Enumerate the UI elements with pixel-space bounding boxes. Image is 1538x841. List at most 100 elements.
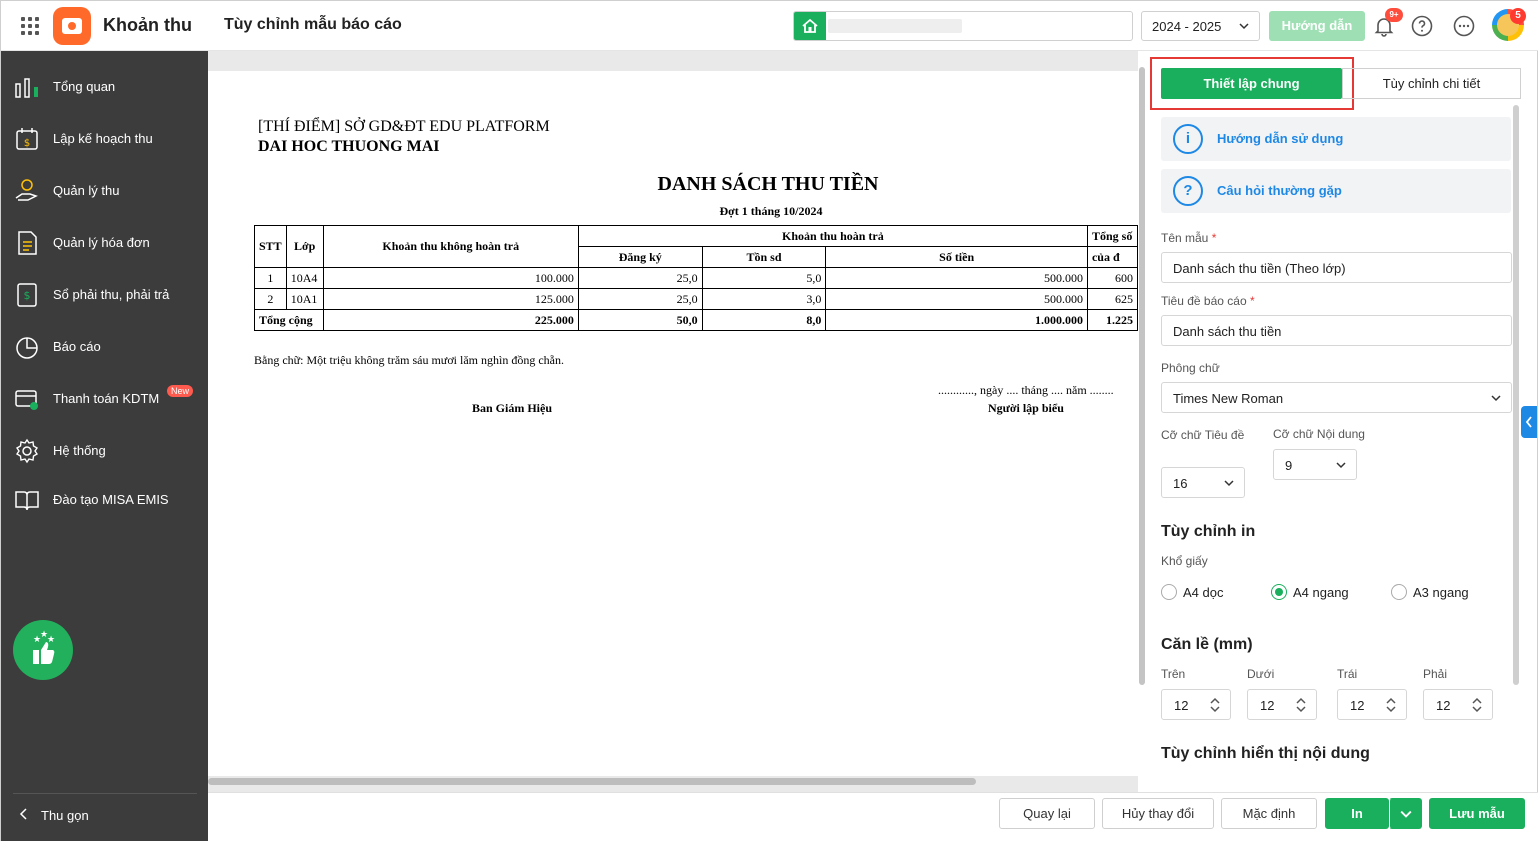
tab-detail-settings[interactable]: Tùy chỉnh chi tiết <box>1342 68 1521 99</box>
chevron-down-icon <box>1239 23 1249 30</box>
avatar-badge: 5 <box>1510 8 1526 24</box>
font-value: Times New Roman <box>1173 391 1284 406</box>
margin-right-label: Phải <box>1423 667 1448 681</box>
new-badge: New <box>167 385 194 397</box>
cell-total: 625 <box>1086 288 1138 310</box>
page-title: Tùy chỉnh mẫu báo cáo <box>224 16 402 33</box>
report-org-line2: DAI HOC THUONG MAI <box>258 138 440 155</box>
sidebar-item-overview[interactable]: Tổng quan <box>1 63 208 109</box>
collapse-sidebar-button[interactable]: Thu gọn <box>19 808 89 823</box>
header-total-2: của đ <box>1086 246 1138 268</box>
panel-toggle-handle[interactable] <box>1521 406 1537 438</box>
chevron-down-icon <box>1491 395 1501 402</box>
cell-total-label: Tổng cộng <box>254 309 324 331</box>
stepper-arrows-icon[interactable] <box>1386 697 1396 713</box>
header-refund: Khoản thu hoàn trả <box>577 225 1088 247</box>
header-amount: Số tiền <box>825 246 1088 268</box>
stepper-arrows-icon[interactable] <box>1296 697 1306 713</box>
chevron-down-icon <box>1224 480 1234 487</box>
title-size-value: 16 <box>1173 476 1188 491</box>
preview-vertical-scrollbar[interactable] <box>1139 67 1145 685</box>
print-button[interactable]: In <box>1325 798 1389 829</box>
report-title: DANH SÁCH THU TIỀN <box>657 173 879 195</box>
signature-right: Người lập biểu <box>988 401 1064 415</box>
help-icon[interactable] <box>1410 14 1434 38</box>
sidebar-item-reports[interactable]: Báo cáo <box>1 323 208 369</box>
margin-bottom-value: 12 <box>1260 698 1275 713</box>
sidebar-item-label: Quản lý hóa đơn <box>53 235 150 250</box>
margin-left-value: 12 <box>1350 698 1365 713</box>
report-org-line1: [THÍ ĐIỂM] SỞ GD&ĐT EDU PLATFORM <box>258 118 550 135</box>
title-size-select[interactable]: 16 <box>1161 467 1245 498</box>
top-header: Khoản thu Tùy chỉnh mẫu báo cáo 2024 - 2… <box>1 1 1538 51</box>
report-title-input[interactable]: Danh sách thu tiền <box>1161 315 1512 346</box>
title-size-label: Cỡ chữ Tiêu đề <box>1161 428 1245 442</box>
ledger-icon: $ <box>17 283 37 307</box>
guide-button[interactable]: Hướng dẫn <box>1269 11 1365 41</box>
sidebar-item-plan[interactable]: $ Lập kế hoạch thu <box>1 115 208 161</box>
margin-top-label: Trên <box>1161 667 1186 681</box>
margin-right-stepper[interactable]: 12 <box>1423 689 1493 720</box>
sidebar-item-cashless-payment[interactable]: Thanh toán KDTM New <box>1 375 208 421</box>
reset-default-button[interactable]: Mặc định <box>1221 798 1317 829</box>
school-year-value: 2024 - 2025 <box>1152 19 1222 34</box>
cell-remaining: 3,0 <box>701 288 827 310</box>
sidebar-item-system[interactable]: Hệ thống <box>1 427 208 473</box>
table-header-row: STT Lớp Khoản thu không hoàn trả Khoản t… <box>254 225 1138 268</box>
margin-bottom-stepper[interactable]: 12 <box>1247 689 1317 720</box>
margin-top-value: 12 <box>1174 698 1189 713</box>
save-template-button[interactable]: Lưu mẫu <box>1429 798 1525 829</box>
school-selector[interactable] <box>793 11 1133 41</box>
report-date-line: ............, ngày .... tháng .... năm .… <box>938 383 1114 397</box>
header-total: Tổng số <box>1086 225 1138 247</box>
sidebar-item-invoices[interactable]: Quản lý hóa đơn <box>1 219 208 265</box>
school-year-select[interactable]: 2024 - 2025 <box>1141 11 1260 41</box>
discard-changes-button[interactable]: Hủy thay đổi <box>1102 798 1214 829</box>
cell-class: 10A4 <box>285 267 324 289</box>
cell-class: 10A1 <box>285 288 324 310</box>
sidebar-item-training[interactable]: Đào tạo MISA EMIS <box>1 476 208 522</box>
font-label: Phông chữ <box>1161 361 1220 375</box>
margin-top-stepper[interactable]: 12 <box>1161 689 1231 720</box>
report-title-label: Tiêu đề báo cáo * <box>1161 294 1255 308</box>
margin-section-title: Căn lề (mm) <box>1161 636 1253 653</box>
help-usage-link[interactable]: i Hướng dẫn sử dụng <box>1161 117 1511 161</box>
feedback-button[interactable]: ★ ★ ★ <box>13 620 73 680</box>
back-button[interactable]: Quay lại <box>999 798 1095 829</box>
font-select[interactable]: Times New Roman <box>1161 382 1512 413</box>
chevron-down-icon <box>1400 810 1411 818</box>
faq-link[interactable]: ? Câu hỏi thường gặp <box>1161 169 1511 213</box>
action-footer: Quay lại Hủy thay đổi Mặc định In Lưu mẫ… <box>208 792 1538 841</box>
stepper-arrows-icon[interactable] <box>1210 697 1220 713</box>
hand-coin-icon <box>15 179 38 201</box>
header-remaining: Tồn sd <box>701 246 827 268</box>
margin-left-stepper[interactable]: 12 <box>1337 689 1407 720</box>
cell-amount: 500.000 <box>825 288 1088 310</box>
sidebar-item-label: Sổ phải thu, phải trả <box>53 287 170 302</box>
home-icon <box>794 12 826 40</box>
content-size-value: 9 <box>1285 458 1293 473</box>
table-row: 2 10A1 125.000 25,0 3,0 500.000 625 <box>254 288 1138 310</box>
template-name-input[interactable]: Danh sách thu tiền (Theo lớp) <box>1161 252 1512 283</box>
panel-scrollbar[interactable] <box>1513 105 1519 685</box>
invoice-icon <box>18 231 37 255</box>
svg-text:★: ★ <box>47 635 55 645</box>
print-options-dropdown[interactable] <box>1389 798 1422 829</box>
header-non-refund: Khoản thu không hoàn trả <box>322 225 579 268</box>
cell-stt: 2 <box>254 288 287 310</box>
stepper-arrows-icon[interactable] <box>1472 697 1482 713</box>
template-name-label: Tên mẫu * <box>1161 231 1217 245</box>
sidebar-item-collection[interactable]: Quản lý thu <box>1 167 208 213</box>
content-size-select[interactable]: 9 <box>1273 449 1357 480</box>
chevron-down-icon <box>1336 462 1346 469</box>
cell-total: 1.225 <box>1086 309 1138 331</box>
sidebar-item-label: Hệ thống <box>53 443 106 458</box>
chevron-left-icon <box>19 808 27 820</box>
paper-size-label: Khổ giấy <box>1161 554 1208 568</box>
preview-horizontal-scrollbar[interactable] <box>208 778 976 785</box>
sidebar-item-ledger[interactable]: $ Sổ phải thu, phải trả <box>1 271 208 317</box>
sidebar-item-label: Báo cáo <box>53 339 101 354</box>
more-options-icon[interactable] <box>1452 14 1476 38</box>
collapse-label: Thu gọn <box>41 808 89 823</box>
apps-grid-icon[interactable] <box>21 17 39 35</box>
